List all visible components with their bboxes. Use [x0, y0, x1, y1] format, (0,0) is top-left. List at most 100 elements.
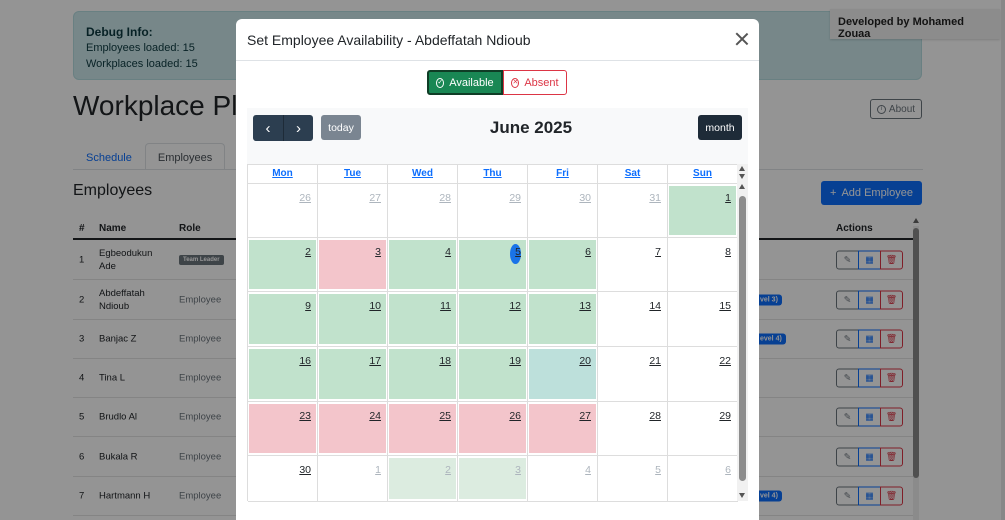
calendar-day-cell[interactable]: 4 [388, 238, 458, 292]
day-number[interactable]: 25 [439, 410, 451, 422]
scroll-up-arrow-icon[interactable] [739, 184, 745, 189]
day-number[interactable]: 17 [369, 355, 381, 367]
day-number[interactable]: 11 [440, 300, 451, 312]
day-number[interactable]: 13 [579, 300, 591, 312]
calendar-day-cell[interactable]: 29 [458, 184, 528, 238]
calendar-day-cell[interactable]: 18 [388, 347, 458, 402]
calendar-day-cell[interactable]: 13 [528, 292, 598, 347]
weekday-header-mon[interactable]: Mon [248, 165, 318, 184]
weekday-header-sun[interactable]: Sun [668, 165, 738, 184]
weekday-header-tue[interactable]: Tue [318, 165, 388, 184]
scroll-up-arrow-icon[interactable] [739, 166, 745, 171]
calendar-day-cell[interactable]: 5 [598, 456, 668, 502]
calendar-day-cell[interactable]: 6 [528, 238, 598, 292]
weekday-header-thu[interactable]: Thu [458, 165, 528, 184]
day-number[interactable]: 5 [515, 246, 521, 258]
day-number[interactable]: 27 [579, 410, 591, 422]
calendar-day-cell[interactable]: 12 [458, 292, 528, 347]
day-number[interactable]: 24 [369, 410, 381, 422]
today-button[interactable]: today [321, 115, 361, 140]
calendar-day-cell[interactable]: 24 [318, 402, 388, 456]
calendar-day-cell[interactable]: 19 [458, 347, 528, 402]
prev-month-button[interactable]: ‹ [253, 115, 283, 141]
calendar-day-cell[interactable]: 28 [598, 402, 668, 456]
calendar-day-cell[interactable]: 14 [598, 292, 668, 347]
weekday-header-wed[interactable]: Wed [388, 165, 458, 184]
day-number[interactable]: 9 [305, 300, 311, 312]
calendar-day-cell[interactable]: 29 [668, 402, 738, 456]
calendar-day-cell[interactable]: 4 [528, 456, 598, 502]
calendar-day-cell[interactable]: 20 [528, 347, 598, 402]
day-number[interactable]: 21 [649, 355, 661, 367]
calendar-day-cell[interactable]: 1 [318, 456, 388, 502]
day-number[interactable]: 4 [445, 246, 451, 258]
day-number[interactable]: 1 [725, 192, 731, 204]
day-number[interactable]: 31 [649, 192, 661, 204]
calendar-day-cell[interactable]: 21 [598, 347, 668, 402]
available-button[interactable]: ✓ Available [427, 70, 503, 95]
day-number[interactable]: 10 [369, 300, 381, 312]
calendar-day-cell[interactable]: 2 [388, 456, 458, 502]
day-number[interactable]: 30 [299, 464, 311, 476]
calendar-day-cell[interactable]: 6 [668, 456, 738, 502]
calendar-day-cell[interactable]: 26 [458, 402, 528, 456]
day-number[interactable]: 30 [579, 192, 591, 204]
calendar-day-cell[interactable]: 3 [318, 238, 388, 292]
day-number[interactable]: 6 [585, 246, 591, 258]
calendar-day-cell[interactable]: 26 [248, 184, 318, 238]
calendar-day-cell[interactable]: 7 [598, 238, 668, 292]
calendar-day-cell[interactable]: 16 [248, 347, 318, 402]
calendar-day-cell[interactable]: 27 [528, 402, 598, 456]
day-number[interactable]: 3 [515, 464, 521, 476]
calendar-scrollbar-thumb[interactable] [739, 196, 746, 481]
calendar-day-cell[interactable]: 2 [248, 238, 318, 292]
day-number[interactable]: 26 [299, 192, 311, 204]
month-view-button[interactable]: month [698, 115, 742, 140]
day-number[interactable]: 23 [299, 410, 311, 422]
day-number[interactable]: 26 [509, 410, 521, 422]
day-number[interactable]: 6 [725, 464, 731, 476]
scroll-down-arrow-icon[interactable] [739, 493, 745, 498]
calendar-scrollbar[interactable] [737, 164, 748, 501]
calendar-day-cell[interactable]: 17 [318, 347, 388, 402]
close-icon[interactable] [734, 31, 750, 47]
day-number[interactable]: 15 [719, 300, 731, 312]
day-number[interactable]: 19 [509, 355, 521, 367]
day-number[interactable]: 29 [509, 192, 521, 204]
calendar-day-cell[interactable]: 10 [318, 292, 388, 347]
day-number[interactable]: 1 [375, 464, 381, 476]
day-number[interactable]: 22 [719, 355, 731, 367]
calendar-day-cell[interactable]: 31 [598, 184, 668, 238]
day-number[interactable]: 18 [439, 355, 451, 367]
calendar-day-cell[interactable]: 30 [528, 184, 598, 238]
day-number[interactable]: 12 [509, 300, 521, 312]
calendar-day-cell[interactable]: 1 [668, 184, 738, 238]
day-number[interactable]: 5 [655, 464, 661, 476]
day-number[interactable]: 7 [655, 246, 661, 258]
scroll-down-arrow-icon[interactable] [739, 174, 745, 179]
day-number[interactable]: 27 [369, 192, 381, 204]
calendar-day-cell[interactable]: 22 [668, 347, 738, 402]
day-number[interactable]: 29 [719, 410, 731, 422]
next-month-button[interactable]: › [283, 115, 313, 141]
day-number[interactable]: 8 [725, 246, 731, 258]
calendar-day-cell[interactable]: 28 [388, 184, 458, 238]
weekday-header-sat[interactable]: Sat [598, 165, 668, 184]
calendar-day-cell[interactable]: 25 [388, 402, 458, 456]
calendar-day-cell[interactable]: 5 [458, 238, 528, 292]
day-number[interactable]: 4 [585, 464, 591, 476]
weekday-header-fri[interactable]: Fri [528, 165, 598, 184]
day-number[interactable]: 2 [445, 464, 451, 476]
day-number[interactable]: 20 [579, 355, 591, 367]
calendar-day-cell[interactable]: 3 [458, 456, 528, 502]
day-number[interactable]: 28 [439, 192, 451, 204]
day-number[interactable]: 28 [649, 410, 661, 422]
absent-button[interactable]: ✕ Absent [503, 70, 567, 95]
calendar-day-cell[interactable]: 9 [248, 292, 318, 347]
day-number[interactable]: 16 [299, 355, 311, 367]
day-number[interactable]: 14 [649, 300, 661, 312]
calendar-day-cell[interactable]: 11 [388, 292, 458, 347]
calendar-day-cell[interactable]: 23 [248, 402, 318, 456]
calendar-day-cell[interactable]: 27 [318, 184, 388, 238]
calendar-day-cell[interactable]: 15 [668, 292, 738, 347]
